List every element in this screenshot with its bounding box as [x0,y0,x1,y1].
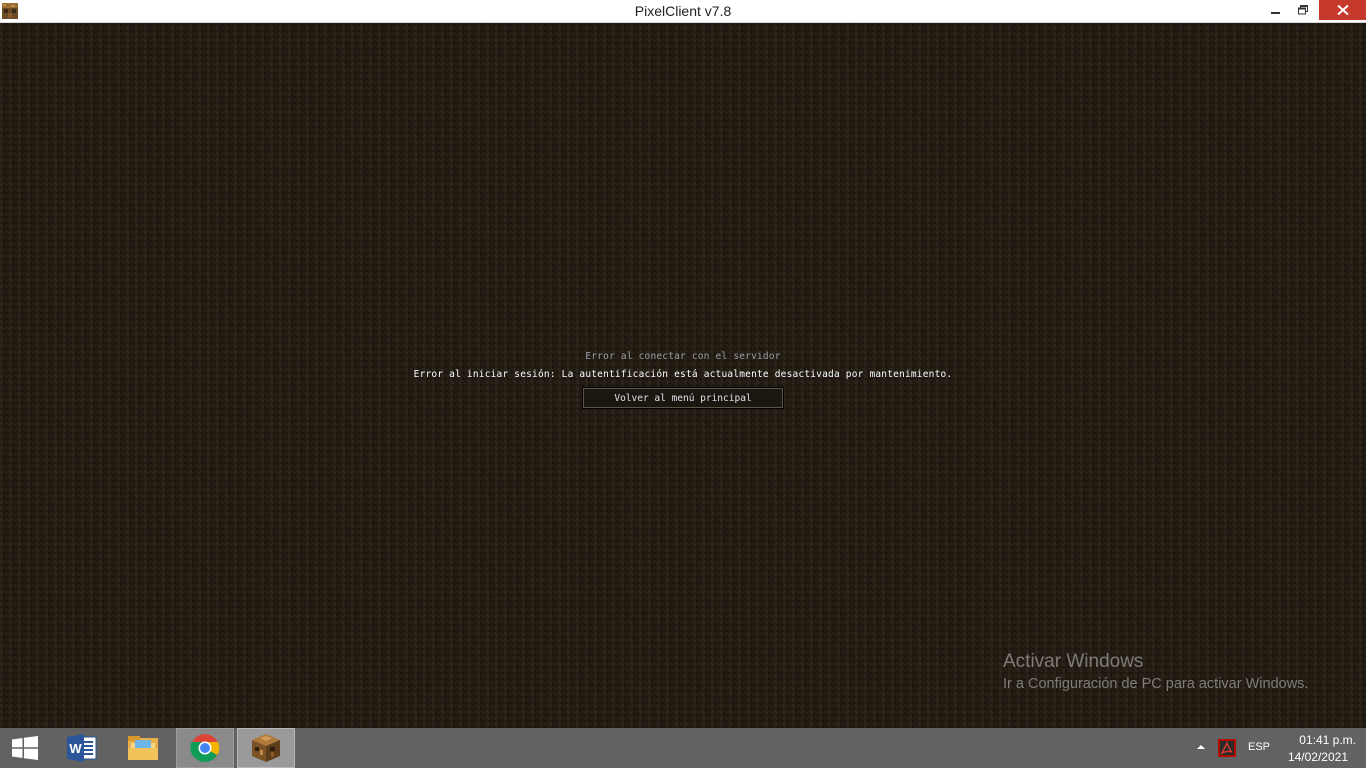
start-button[interactable] [0,728,50,768]
language-indicator[interactable]: ESP [1248,741,1270,753]
back-to-menu-button[interactable]: Volver al menú principal [582,387,784,409]
restore-icon [1298,5,1308,15]
chrome-icon [190,734,220,762]
activation-watermark-subtitle: Ir a Configuración de PC para activar Wi… [1003,676,1309,692]
close-button[interactable] [1319,0,1366,20]
error-message: Error al iniciar sesión: La autentificac… [413,369,953,380]
taskbar-chrome[interactable] [176,728,234,768]
close-icon [1336,5,1349,15]
crafting-table-icon[interactable] [2,3,18,19]
taskbar-word[interactable]: W [56,728,108,768]
windows-logo-icon [12,736,38,760]
folder-icon [128,736,158,760]
svg-text:W: W [69,741,82,756]
show-hidden-icons-icon[interactable] [1196,742,1206,752]
minimize-icon [1270,12,1280,14]
window-title: PixelClient v7.8 [634,3,732,19]
taskbar: W ESP 01:41 p.m. 14/02/2021 [0,728,1366,768]
restore-button[interactable] [1290,0,1316,20]
activation-watermark-title: Activar Windows [1003,651,1144,672]
clock-time[interactable]: 01:41 p.m. [1276,733,1356,747]
pdf-reader-icon[interactable] [1218,739,1236,757]
error-title: Error al conectar con el servidor [585,351,781,362]
taskbar-file-explorer[interactable] [116,728,170,768]
word-icon: W [67,734,97,762]
desktop-screen: PixelClient v7.8 Error al conectar con e… [0,0,1366,768]
clock-date[interactable]: 14/02/2021 [1276,750,1348,764]
minimize-button[interactable] [1262,0,1288,20]
taskbar-pixelclient[interactable] [237,728,295,768]
window-titlebar[interactable]: PixelClient v7.8 [0,0,1366,23]
crafting-table-icon [252,734,280,762]
game-viewport: Error al conectar con el servidor Error … [0,23,1366,728]
